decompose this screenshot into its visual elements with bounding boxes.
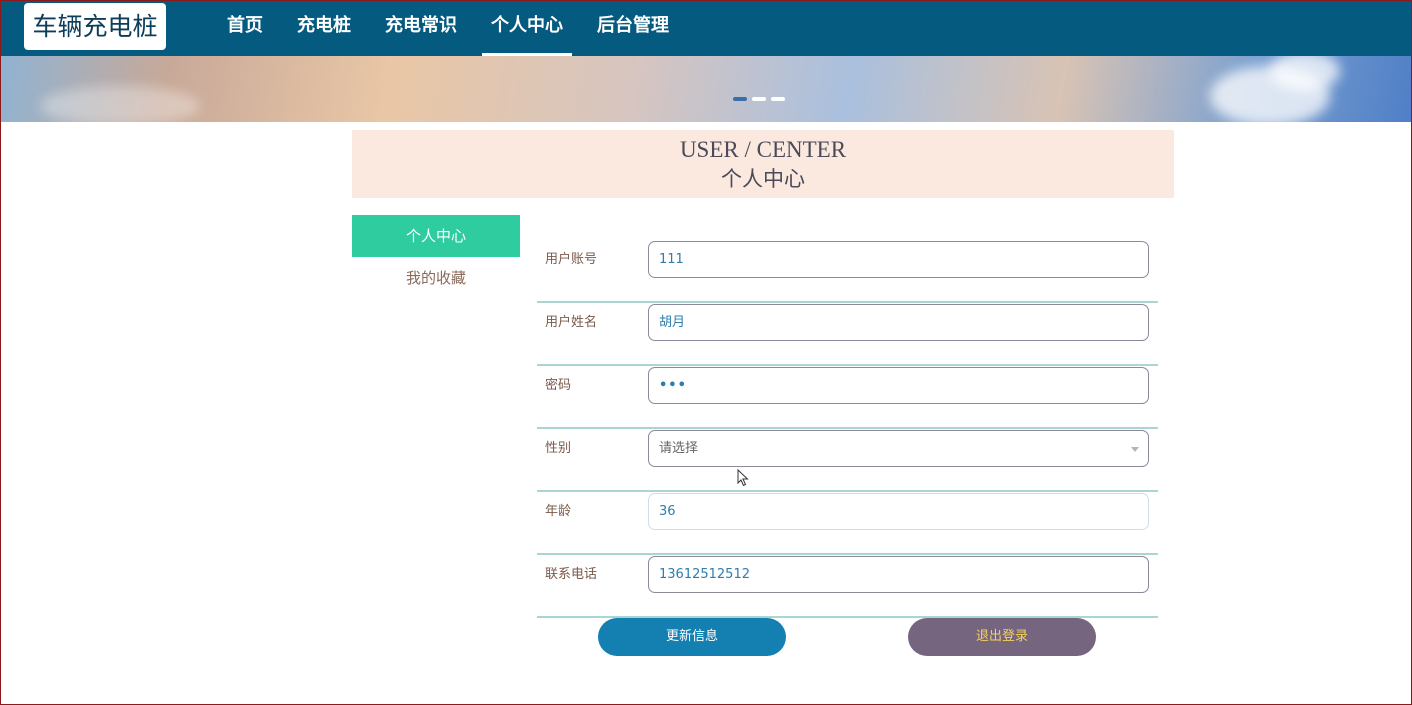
phone-input[interactable]: 13612512512 [648,556,1149,593]
nav-item-home[interactable]: 首页 [210,0,280,56]
logout-button[interactable]: 退出登录 [908,618,1096,656]
name-label: 用户姓名 [545,315,598,330]
form-row-account: 用户账号 111 [537,240,1158,303]
form-row-phone: 联系电话 13612512512 [537,555,1158,618]
banner-carousel [0,56,1412,122]
carousel-dot[interactable] [752,97,766,101]
nav-item-charging-knowledge[interactable]: 充电常识 [368,0,474,56]
form-row-gender: 性别 请选择 [537,429,1158,492]
name-input[interactable]: 胡月 [648,304,1149,341]
update-info-button[interactable]: 更新信息 [598,618,786,656]
phone-label: 联系电话 [545,567,598,582]
password-input[interactable]: ••• [648,367,1149,404]
cloud-decoration [1270,56,1340,91]
site-logo[interactable]: 车辆充电桩 [24,3,166,50]
carousel-dot[interactable] [771,97,785,101]
sidebar-item-user-center[interactable]: 个人中心 [352,215,520,257]
age-input[interactable]: 36 [648,493,1149,530]
account-label: 用户账号 [545,252,598,267]
form-row-name: 用户姓名 胡月 [537,303,1158,366]
main-nav: 首页 充电桩 充电常识 个人中心 后台管理 [210,0,686,56]
nav-item-charging-piles[interactable]: 充电桩 [280,0,368,56]
form-row-password: 密码 ••• [537,366,1158,429]
sidebar-item-favorites[interactable]: 我的收藏 [352,262,520,294]
nav-item-user-center[interactable]: 个人中心 [474,0,580,56]
gender-select-value: 请选择 [659,441,699,456]
mouse-cursor-icon [737,469,749,487]
account-input[interactable]: 111 [648,241,1149,278]
carousel-indicators [733,97,785,101]
chevron-down-icon [1131,447,1139,452]
form-row-age: 年龄 36 [537,492,1158,555]
top-nav-bar: 车辆充电桩 首页 充电桩 充电常识 个人中心 后台管理 [0,0,1412,56]
password-label: 密码 [545,378,572,393]
age-label: 年龄 [545,504,572,519]
gender-label: 性别 [545,441,572,456]
carousel-dot[interactable] [733,97,747,101]
gender-select[interactable]: 请选择 [648,430,1149,467]
section-title-en: USER / CENTER [679,137,847,162]
section-title-box: USER / CENTER 个人中心 [352,130,1174,198]
section-title-cn: 个人中心 [721,167,805,191]
nav-item-admin[interactable]: 后台管理 [580,0,686,56]
cloud-decoration [40,86,200,122]
